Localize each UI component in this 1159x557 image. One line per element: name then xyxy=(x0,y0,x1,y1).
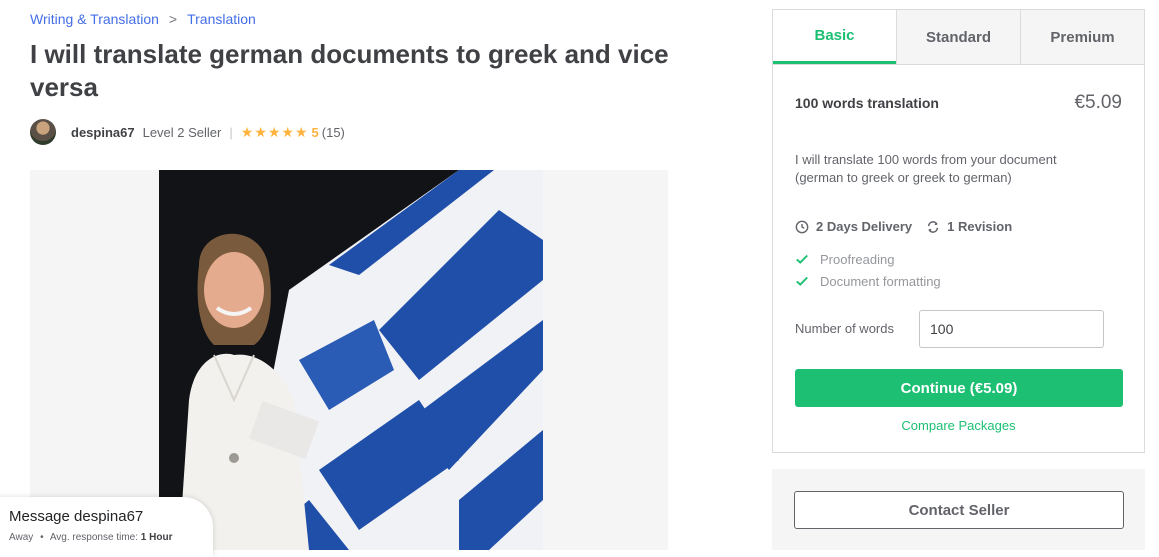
package-name: 100 words translation xyxy=(795,95,939,111)
seller-overview: despina67 Level 2 Seller | ★★★★★ 5 (15) xyxy=(30,119,345,145)
tab-standard[interactable]: Standard xyxy=(896,10,1020,64)
words-input[interactable] xyxy=(919,310,1104,348)
package-panel: Basic Standard Premium 100 words transla… xyxy=(772,9,1145,453)
gig-gallery xyxy=(30,170,668,550)
message-seller-popup[interactable]: Message despina67 Away • Avg. response t… xyxy=(0,497,213,557)
gig-photo[interactable] xyxy=(159,170,543,550)
package-header: 100 words translation €5.09 xyxy=(795,92,1122,114)
package-tabs: Basic Standard Premium xyxy=(773,10,1144,65)
review-count[interactable]: (15) xyxy=(322,125,345,140)
response-time: 1 Hour xyxy=(140,532,173,543)
check-icon xyxy=(796,276,808,286)
revision-count: 1 Revision xyxy=(947,219,1013,234)
message-title: Message despina67 xyxy=(9,508,144,525)
check-icon xyxy=(796,254,808,264)
chevron-right-icon: > xyxy=(168,11,178,27)
contact-seller-button[interactable]: Contact Seller xyxy=(794,491,1124,529)
delivery-info: 2 Days Delivery 1 Revision xyxy=(795,219,1026,234)
clock-icon xyxy=(795,220,809,233)
compare-packages-link[interactable]: Compare Packages xyxy=(773,418,1144,433)
tab-basic[interactable]: Basic xyxy=(773,10,896,64)
feature-label: Document formatting xyxy=(820,273,941,289)
tab-premium[interactable]: Premium xyxy=(1020,10,1144,64)
seller-name-link[interactable]: despina67 xyxy=(71,125,135,140)
dot-separator: • xyxy=(40,532,44,543)
breadcrumb-subcategory-link[interactable]: Translation xyxy=(187,11,256,27)
package-price: €5.09 xyxy=(1074,92,1122,113)
feature-item: Document formatting xyxy=(795,270,941,292)
breadcrumb: Writing & Translation > Translation xyxy=(30,11,256,27)
revision-icon xyxy=(927,220,939,233)
availability-status: Away xyxy=(9,532,34,543)
divider: | xyxy=(229,124,233,140)
delivery-time: 2 Days Delivery xyxy=(816,219,913,234)
package-description: I will translate 100 words from your doc… xyxy=(795,152,1057,185)
words-label: Number of words xyxy=(795,321,894,336)
message-status: Away • Avg. response time: 1 Hour xyxy=(9,532,172,543)
response-label: Avg. response time: xyxy=(49,532,139,543)
feature-item: Proofreading xyxy=(795,248,941,270)
feature-label: Proofreading xyxy=(820,251,895,267)
gig-photo-image xyxy=(159,170,543,550)
seller-avatar[interactable] xyxy=(30,119,56,145)
contact-section: Contact Seller xyxy=(772,469,1145,550)
breadcrumb-category-link[interactable]: Writing & Translation xyxy=(30,11,159,27)
rating-score[interactable]: 5 xyxy=(312,125,319,140)
continue-button[interactable]: Continue (€5.09) xyxy=(795,369,1123,407)
gig-title: I will translate german documents to gre… xyxy=(30,39,669,102)
seller-level: Level 2 Seller xyxy=(142,124,222,140)
feature-list: Proofreading Document formatting xyxy=(795,248,941,292)
star-rating-icons: ★★★★★ xyxy=(240,123,309,140)
